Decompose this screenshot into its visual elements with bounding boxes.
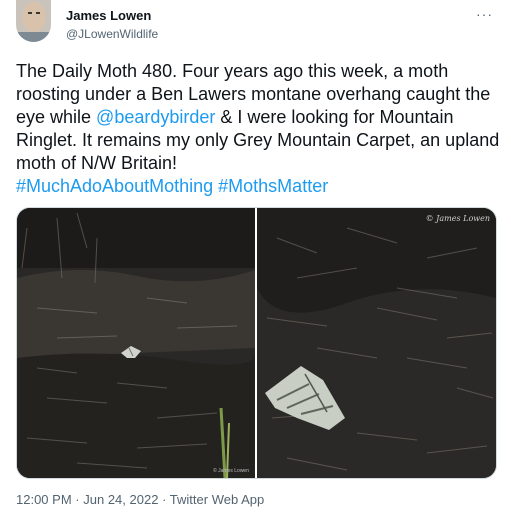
moth-photo-right bbox=[257, 208, 496, 478]
moth-photo-left bbox=[17, 208, 255, 478]
photo-left[interactable]: © James Lowen bbox=[17, 208, 255, 478]
meta-separator: · bbox=[75, 492, 80, 507]
tweet-meta: 12:00 PM · Jun 24, 2022 · Twitter Web Ap… bbox=[16, 492, 264, 507]
hashtag-link[interactable]: #MuchAdoAboutMothing bbox=[16, 176, 213, 196]
tweet: James Lowen @JLowenWildlife ··· The Dail… bbox=[0, 0, 511, 526]
photo-credit: © James Lowen bbox=[213, 468, 249, 474]
tweet-time[interactable]: 12:00 PM bbox=[16, 492, 72, 507]
user-handle[interactable]: @JLowenWildlife bbox=[66, 27, 158, 41]
media-grid: © James Lowen © James Lowen bbox=[16, 207, 497, 479]
more-dots-icon[interactable]: ··· bbox=[476, 6, 493, 22]
avatar-face bbox=[22, 2, 46, 32]
hashtag-link[interactable]: #MothsMatter bbox=[218, 176, 328, 196]
tweet-date[interactable]: Jun 24, 2022 bbox=[83, 492, 158, 507]
meta-separator: · bbox=[162, 492, 167, 507]
photo-credit: © James Lowen bbox=[425, 214, 490, 223]
tweet-text: The Daily Moth 480. Four years ago this … bbox=[16, 60, 502, 198]
avatar-eye bbox=[28, 12, 32, 14]
avatar[interactable] bbox=[16, 0, 51, 42]
avatar-shirt bbox=[16, 32, 51, 42]
display-name[interactable]: James Lowen bbox=[66, 8, 151, 23]
photo-right[interactable]: © James Lowen bbox=[257, 208, 496, 478]
mention-link[interactable]: @beardybirder bbox=[96, 107, 215, 127]
avatar-eye bbox=[36, 12, 40, 14]
tweet-source: Twitter Web App bbox=[169, 492, 265, 507]
